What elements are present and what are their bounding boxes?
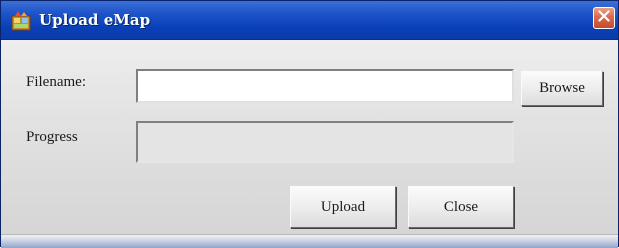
browse-button-label: Browse: [539, 80, 585, 96]
app-icon: [10, 10, 32, 32]
filename-field[interactable]: [136, 69, 514, 103]
bottom-border: [1, 234, 618, 248]
close-button-label: Close: [443, 198, 479, 215]
close-button[interactable]: Close: [408, 186, 514, 228]
upload-button[interactable]: Upload: [290, 186, 396, 228]
browse-button[interactable]: Browse: [521, 71, 603, 106]
upload-progress-bar: [136, 121, 514, 163]
close-icon: [598, 9, 610, 27]
close-window-button[interactable]: [593, 7, 615, 29]
window-title: Upload eMap: [39, 11, 151, 29]
title-bar[interactable]: Upload eMap: [1, 1, 618, 40]
progress-label: Progress: [26, 129, 78, 145]
upload-button-label: Upload: [320, 198, 366, 215]
upload-emap-dialog: Upload eMap Filename: Browse Progress Up…: [0, 0, 619, 248]
filename-label: Filename:: [26, 74, 86, 90]
